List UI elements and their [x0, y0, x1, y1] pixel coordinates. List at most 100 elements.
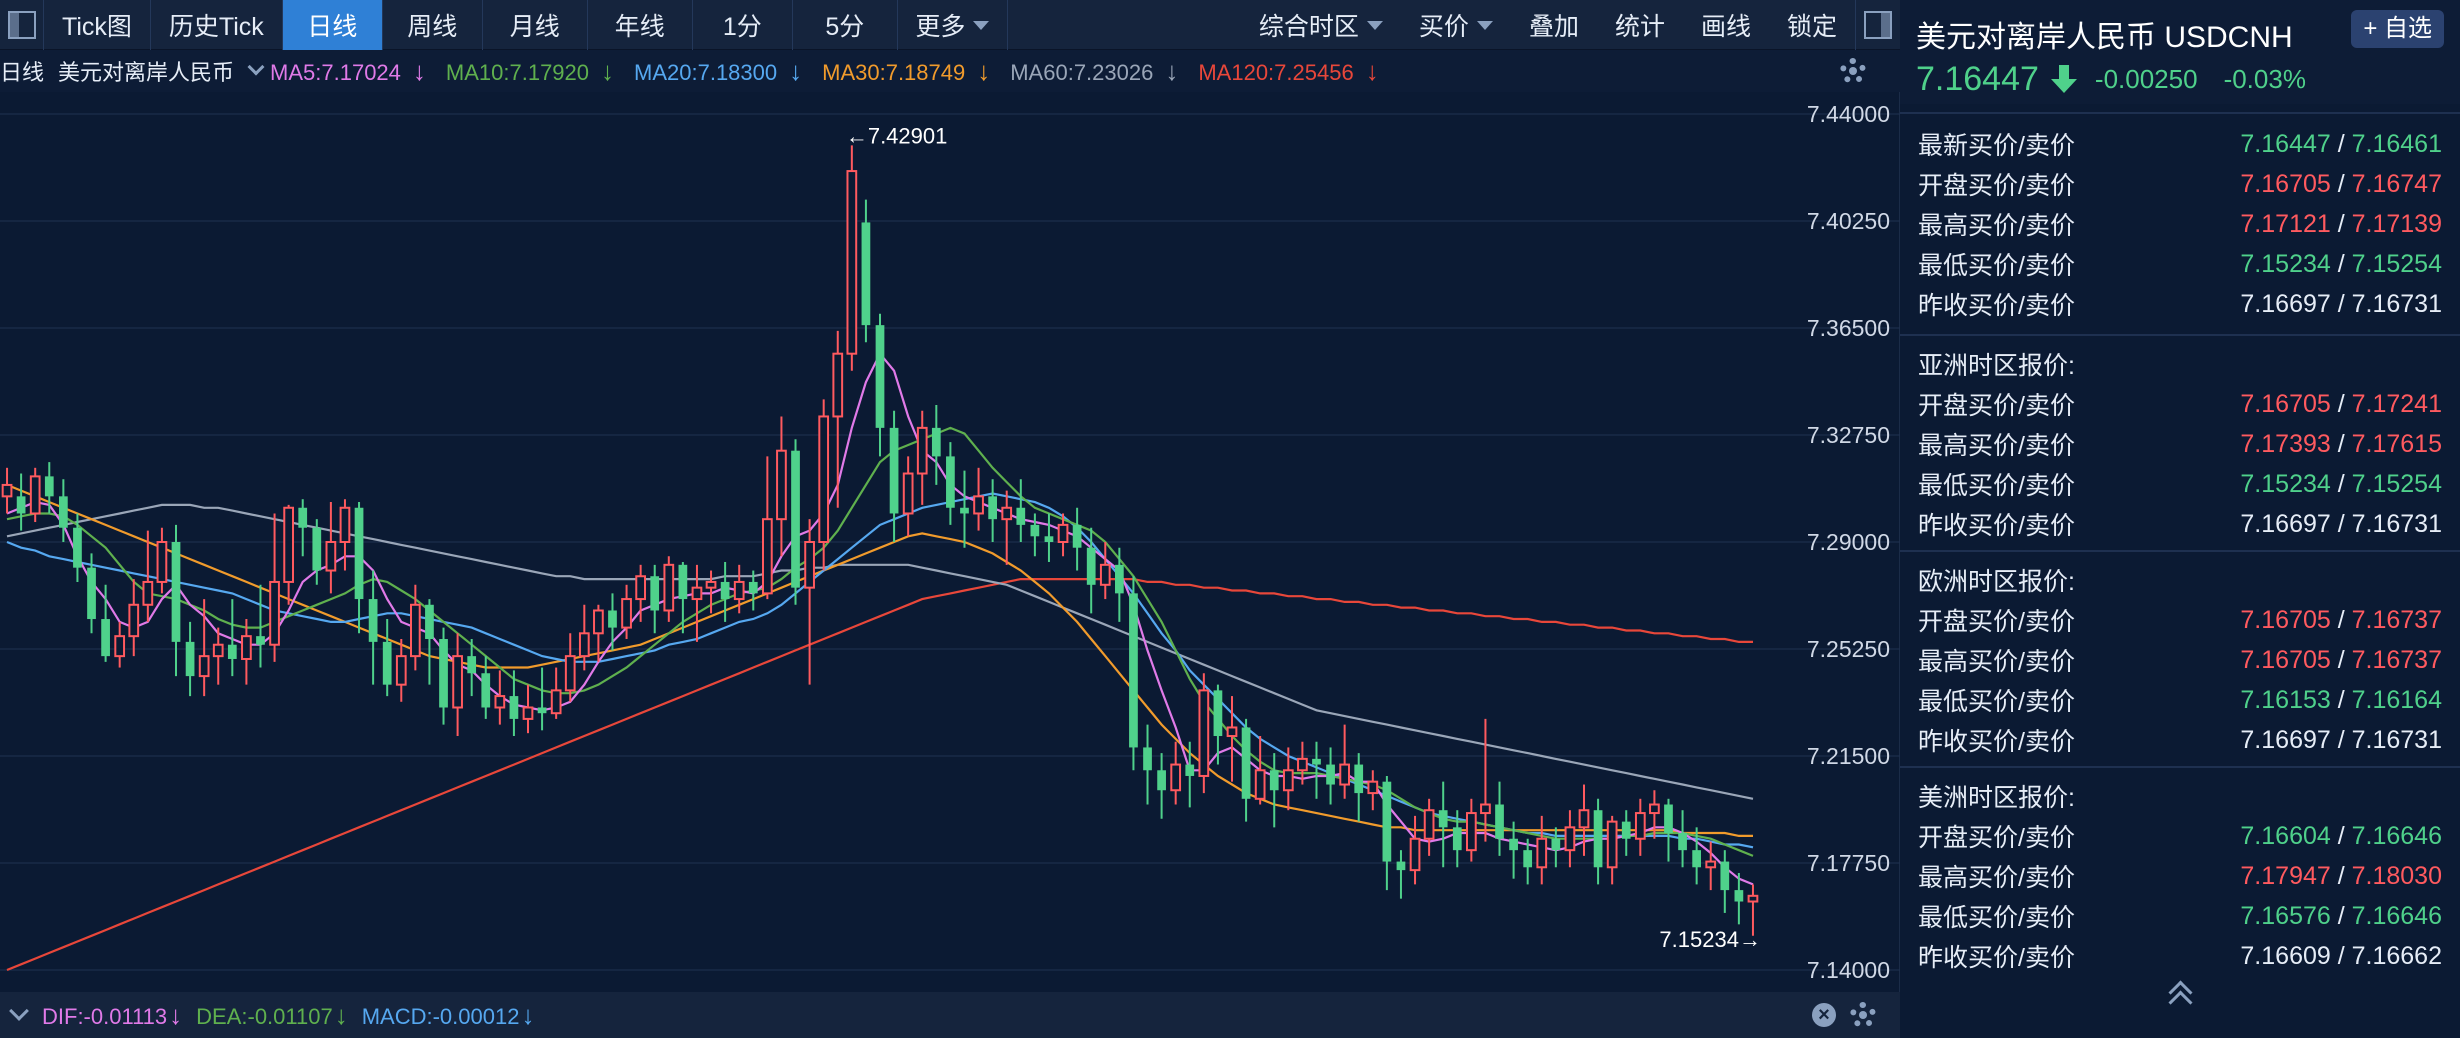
tab-yearly[interactable]: 年线 [588, 0, 693, 50]
chevron-down-icon[interactable] [9, 1001, 29, 1021]
bid-price: 7.17121 [2240, 210, 2330, 238]
tab-1min[interactable]: 1分 [693, 0, 793, 50]
close-icon[interactable]: × [1812, 1003, 1836, 1027]
candle-body-up [693, 588, 702, 599]
tab-daily[interactable]: 日线 [283, 0, 383, 50]
quote-row-label: 昨收买价/卖价 [1918, 938, 2075, 974]
quote-row-value: 7.16697 / 7.16731 [2240, 726, 2442, 755]
candle-body-up [1101, 565, 1110, 585]
candlestick-chart[interactable]: 7.440007.402507.365007.327507.290007.252… [0, 92, 1900, 992]
candle-body-up [1059, 525, 1068, 542]
candle-body-down [1720, 862, 1729, 891]
candle-body-up [974, 496, 983, 513]
quote-row-label: 最低买价/卖价 [1918, 246, 2075, 282]
candle-body-up [270, 582, 279, 645]
macd-dif-value: DIF:-0.01113 [42, 1004, 167, 1029]
add-watchlist-button[interactable]: + 自选 [2351, 10, 2444, 48]
quote-row: 最低买价/卖价7.16153 / 7.16164 [1900, 680, 2460, 720]
quote-row-value: 7.16705 / 7.16747 [2240, 170, 2442, 199]
candle-body-down [749, 582, 758, 593]
candle-body-down [1678, 833, 1687, 850]
quote-row-label: 开盘买价/卖价 [1918, 602, 2075, 638]
candle-body-up [1256, 770, 1265, 799]
quote-row-label: 昨收买价/卖价 [1918, 286, 2075, 322]
price-type-dropdown[interactable]: 买价 [1401, 0, 1511, 50]
price-row: 7.16447 -0.00250 -0.03% [1916, 60, 2332, 99]
bid-price: 7.16705 [2240, 170, 2330, 198]
candle-body-down [298, 508, 307, 528]
separator: / [2331, 130, 2352, 158]
panel-right-icon [1864, 11, 1892, 39]
tab-history-tick[interactable]: 历史Tick [151, 0, 283, 50]
stats-button[interactable]: 统计 [1597, 0, 1683, 50]
candle-body-down [1129, 593, 1138, 747]
collapse-up-icon[interactable] [2165, 978, 2195, 1008]
ask-price: 7.16747 [2352, 170, 2442, 198]
tab-monthly[interactable]: 月线 [483, 0, 588, 50]
quote-row-label: 开盘买价/卖价 [1918, 386, 2075, 422]
draw-line-button[interactable]: 画线 [1683, 0, 1769, 50]
tab-weekly[interactable]: 周线 [383, 0, 483, 50]
separator: / [2331, 210, 2352, 238]
toolbar: Tick图 历史Tick 日线 周线 月线 年线 1分 5分 更多 综合时区 买… [0, 0, 1900, 50]
more-dropdown[interactable]: 更多 [898, 0, 1008, 50]
candle-body-up [341, 508, 350, 542]
ask-price: 7.16737 [2352, 646, 2442, 674]
candle-body-down [17, 496, 26, 513]
toolbar-spacer [1008, 0, 1241, 49]
quote-row: 最低买价/卖价7.16576 / 7.16646 [1900, 896, 2460, 936]
candle-body-down [1397, 862, 1406, 871]
y-tick-label: 7.40250 [1807, 208, 1890, 234]
timezone-dropdown[interactable]: 综合时区 [1241, 0, 1401, 50]
candle-body-up [566, 656, 575, 690]
separator: / [2331, 862, 2352, 890]
bid-price: 7.15234 [2240, 470, 2330, 498]
toggle-left-panel-button[interactable] [0, 0, 44, 50]
candle-body-down [439, 639, 448, 707]
toggle-right-panel-button[interactable] [1856, 0, 1900, 50]
quote-row-value: 7.16705 / 7.17241 [2240, 390, 2442, 419]
ma20-value: MA20:7.18300 [634, 60, 777, 85]
ask-price: 7.15254 [2352, 470, 2442, 498]
ask-price: 7.16461 [2352, 130, 2442, 158]
overlay-button[interactable]: 叠加 [1511, 0, 1597, 50]
candle-body-up [158, 542, 167, 582]
chevron-down-icon[interactable] [248, 59, 265, 76]
macd-settings-gear-icon[interactable] [1850, 1002, 1876, 1028]
candle-body-up [1749, 896, 1758, 902]
quote-row: 开盘买价/卖价 7.16705 / 7.17241 [1900, 384, 2460, 424]
candle-body-down [650, 576, 659, 610]
candle-body-up [1706, 862, 1715, 868]
candle-body-up [918, 428, 927, 474]
quote-row: 最高买价/卖价7.17121 / 7.17139 [1900, 204, 2460, 244]
quote-row-value: 7.17947 / 7.18030 [2240, 862, 2442, 891]
ma30-value: MA30:7.18749 [822, 60, 965, 85]
candle-body-down [1495, 805, 1504, 839]
macd-dea-value: DEA:-0.01107 [196, 1004, 333, 1029]
quote-row: 开盘买价/卖价 7.16705 / 7.16737 [1900, 600, 2460, 640]
candle-body-down [1242, 727, 1251, 798]
ma60-value: MA60:7.23026 [1010, 60, 1153, 85]
candle-body-up [3, 485, 12, 496]
ask-price: 7.16646 [2352, 902, 2442, 930]
candle-body-up [411, 605, 420, 656]
candle-body-up [327, 542, 336, 571]
candle-body-down [1354, 765, 1363, 794]
tab-tick-chart[interactable]: Tick图 [44, 0, 151, 50]
quote-row-label: 最高买价/卖价 [1918, 426, 2075, 462]
tab-5min[interactable]: 5分 [793, 0, 898, 50]
candle-body-up [495, 696, 504, 707]
y-tick-label: 7.36500 [1807, 315, 1890, 341]
candle-body-down [1016, 508, 1025, 525]
ma-legend-row: 日线 美元对离岸人民币 MA5:7.17024↓ MA10:7.17920↓ M… [0, 50, 1900, 92]
lock-button[interactable]: 锁定 [1769, 0, 1856, 50]
quote-row: 昨收买价/卖价7.16697 / 7.16731 [1900, 504, 2460, 544]
separator: / [2331, 470, 2352, 498]
quote-row-value: 7.16705 / 7.16737 [2240, 606, 2442, 635]
candle-body-down [369, 599, 378, 642]
macd-legend-row: DIF:-0.01113↓ DEA:-0.01107↓ MACD:-0.0001… [0, 992, 1900, 1038]
ma5-value: MA5:7.17024 [270, 60, 401, 85]
candle-body-up [847, 171, 856, 354]
chart-settings-gear-icon[interactable] [1840, 58, 1866, 84]
candle-body-up [833, 354, 842, 417]
